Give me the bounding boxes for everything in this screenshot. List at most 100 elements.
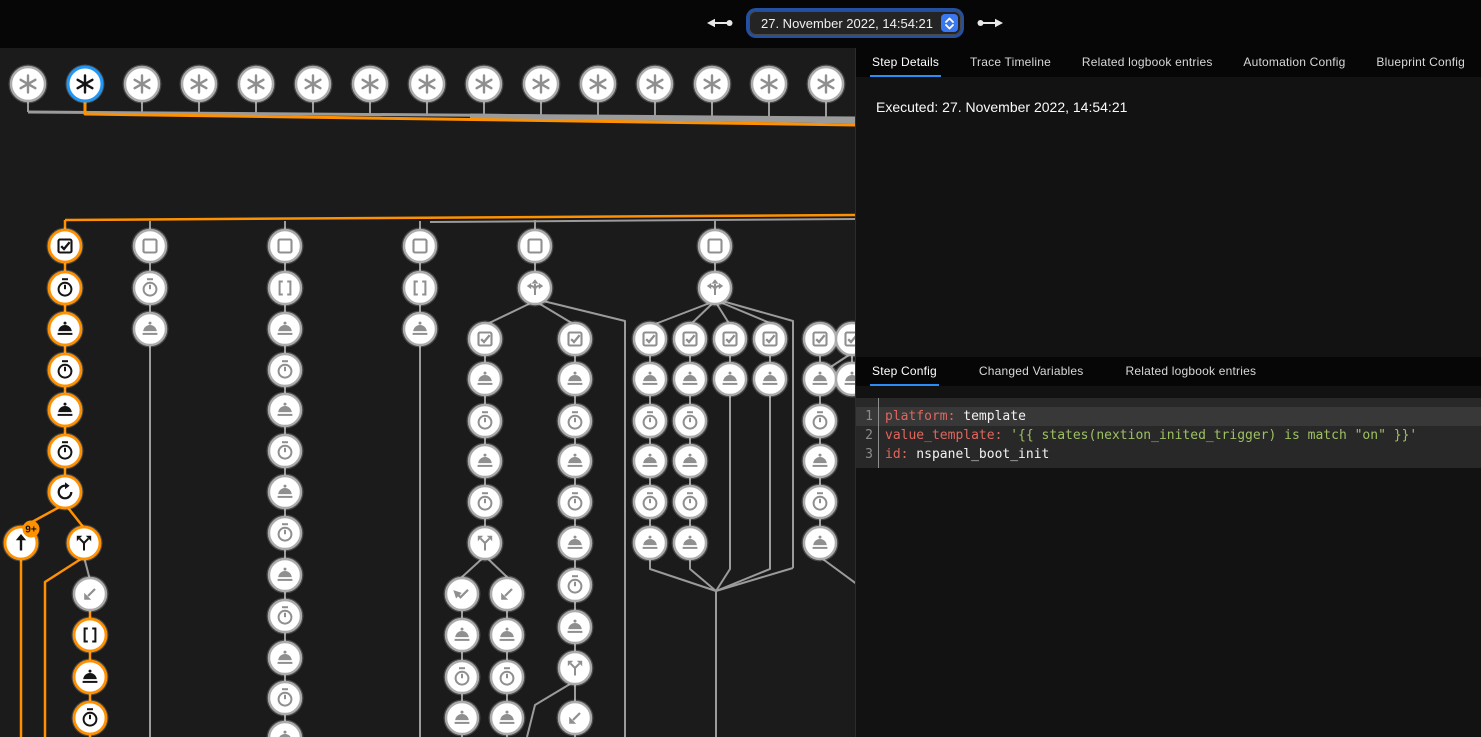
- trace-node-timer[interactable]: [672, 403, 709, 440]
- trace-node-asterisk[interactable]: [123, 65, 162, 104]
- trace-node-bell[interactable]: [489, 700, 526, 737]
- trace-node-asterisk[interactable]: [807, 65, 846, 104]
- trace-node-bell[interactable]: [672, 525, 709, 562]
- trace-node-bell[interactable]: [632, 361, 669, 398]
- trace-timestamp-select[interactable]: 27. November 2022, 14:54:21: [749, 11, 961, 35]
- trace-node-timer[interactable]: [267, 598, 304, 635]
- trace-node-timer[interactable]: [467, 484, 504, 521]
- trace-node-repeat[interactable]: [47, 474, 84, 511]
- trace-node-checkbox[interactable]: [632, 321, 669, 358]
- trace-node-square[interactable]: [402, 228, 439, 265]
- trace-node-bell[interactable]: [467, 443, 504, 480]
- subtab-related-logbook-entries[interactable]: Related logbook entries: [1124, 357, 1259, 386]
- trace-node-asterisk[interactable]: [351, 65, 390, 104]
- trace-node-bell[interactable]: [672, 443, 709, 480]
- trace-node-bell[interactable]: [712, 361, 749, 398]
- trace-node-checkbox[interactable]: [752, 321, 789, 358]
- trace-node-timer[interactable]: [47, 433, 84, 470]
- trace-node-asterisk-selected[interactable]: [66, 65, 105, 104]
- trace-node-asterisk[interactable]: [408, 65, 447, 104]
- trace-node-bell[interactable]: [557, 443, 594, 480]
- trace-node-bell[interactable]: [632, 443, 669, 480]
- trace-node-bell[interactable]: [267, 557, 304, 594]
- trace-node-bell[interactable]: [557, 525, 594, 562]
- trace-node-asterisk[interactable]: [294, 65, 333, 104]
- trace-node-bell[interactable]: [267, 392, 304, 429]
- next-trace-button[interactable]: [975, 14, 1005, 32]
- trace-node-checkbox[interactable]: [834, 321, 856, 358]
- trace-node-timer[interactable]: [632, 484, 669, 521]
- trace-node-bell[interactable]: [47, 311, 84, 348]
- trace-node-asterisk[interactable]: [237, 65, 276, 104]
- trace-node-bell[interactable]: [752, 361, 789, 398]
- trace-node-arrow-bl[interactable]: [72, 576, 109, 613]
- trace-node-brackets[interactable]: [402, 270, 439, 307]
- trace-node-square[interactable]: [132, 228, 169, 265]
- trace-node-bell[interactable]: [467, 361, 504, 398]
- code-line-2[interactable]: 2value_template: '{{ states(nextion_init…: [856, 426, 1481, 445]
- trace-node-brackets[interactable]: [267, 270, 304, 307]
- trace-node-timer[interactable]: [489, 659, 526, 696]
- trace-node-asterisk[interactable]: [636, 65, 675, 104]
- yaml-code-editor[interactable]: 1platform: template2value_template: '{{ …: [856, 398, 1481, 468]
- trace-node-bell[interactable]: [72, 659, 109, 696]
- trace-node-timer[interactable]: [267, 352, 304, 389]
- trace-node-timer[interactable]: [267, 515, 304, 552]
- trace-node-timer[interactable]: [267, 680, 304, 717]
- trace-node-bell[interactable]: [672, 361, 709, 398]
- code-line-3[interactable]: 3id: nspanel_boot_init: [856, 445, 1481, 464]
- trace-node-asterisk[interactable]: [465, 65, 504, 104]
- trace-node-asterisk[interactable]: [9, 65, 48, 104]
- trace-node-bell[interactable]: [802, 361, 839, 398]
- trace-node-asterisk[interactable]: [522, 65, 561, 104]
- trace-node-timer[interactable]: [467, 403, 504, 440]
- trace-node-timer[interactable]: [557, 403, 594, 440]
- trace-node-bell[interactable]: [444, 700, 481, 737]
- trace-node-timer[interactable]: [672, 484, 709, 521]
- trace-node-bell[interactable]: [632, 525, 669, 562]
- trace-node-choose[interactable]: [697, 270, 734, 307]
- trace-node-split[interactable]: [557, 650, 594, 687]
- trace-node-asterisk[interactable]: [693, 65, 732, 104]
- trace-node-timer[interactable]: [47, 270, 84, 307]
- trace-node-asterisk[interactable]: [579, 65, 618, 104]
- trace-node-square[interactable]: [267, 228, 304, 265]
- trace-node-bell[interactable]: [802, 443, 839, 480]
- tab-automation-config[interactable]: Automation Config: [1241, 48, 1347, 77]
- trace-node-checkbox[interactable]: [47, 228, 84, 265]
- tab-related-logbook-entries[interactable]: Related logbook entries: [1080, 48, 1215, 77]
- trace-node-timer[interactable]: [802, 484, 839, 521]
- trace-node-checkbox[interactable]: [557, 321, 594, 358]
- trace-node-bell[interactable]: [267, 720, 304, 737]
- trace-node-bell[interactable]: [802, 525, 839, 562]
- tab-blueprint-config[interactable]: Blueprint Config: [1374, 48, 1467, 77]
- subtab-changed-variables[interactable]: Changed Variables: [977, 357, 1086, 386]
- trace-node-checkbox[interactable]: [712, 321, 749, 358]
- trace-node-timer[interactable]: [72, 700, 109, 737]
- trace-node-split[interactable]: [467, 525, 504, 562]
- trace-node-split[interactable]: [66, 525, 103, 562]
- trace-node-bell[interactable]: [267, 474, 304, 511]
- tab-step-details[interactable]: Step Details: [870, 48, 941, 77]
- trace-node-asterisk[interactable]: [750, 65, 789, 104]
- code-line-1[interactable]: 1platform: template: [856, 407, 1481, 426]
- trace-node-brackets[interactable]: [72, 617, 109, 654]
- trace-node-arrow-bl[interactable]: [557, 700, 594, 737]
- trace-node-choose[interactable]: [517, 270, 554, 307]
- tab-trace-timeline[interactable]: Trace Timeline: [968, 48, 1053, 77]
- trace-node-bell[interactable]: [47, 392, 84, 429]
- trace-node-bell[interactable]: [267, 640, 304, 677]
- trace-node-bell[interactable]: [834, 361, 856, 398]
- trace-node-bell[interactable]: [402, 311, 439, 348]
- trace-node-timer[interactable]: [267, 433, 304, 470]
- trace-node-timer[interactable]: [802, 403, 839, 440]
- subtab-step-config[interactable]: Step Config: [870, 357, 939, 386]
- trace-node-bell[interactable]: [557, 609, 594, 646]
- trace-node-bell[interactable]: [489, 617, 526, 654]
- trace-node-bell[interactable]: [267, 311, 304, 348]
- trace-node-bell[interactable]: [444, 617, 481, 654]
- trace-node-square[interactable]: [697, 228, 734, 265]
- trace-node-bell[interactable]: [132, 311, 169, 348]
- trace-node-timer[interactable]: [557, 484, 594, 521]
- trace-node-checkbox[interactable]: [672, 321, 709, 358]
